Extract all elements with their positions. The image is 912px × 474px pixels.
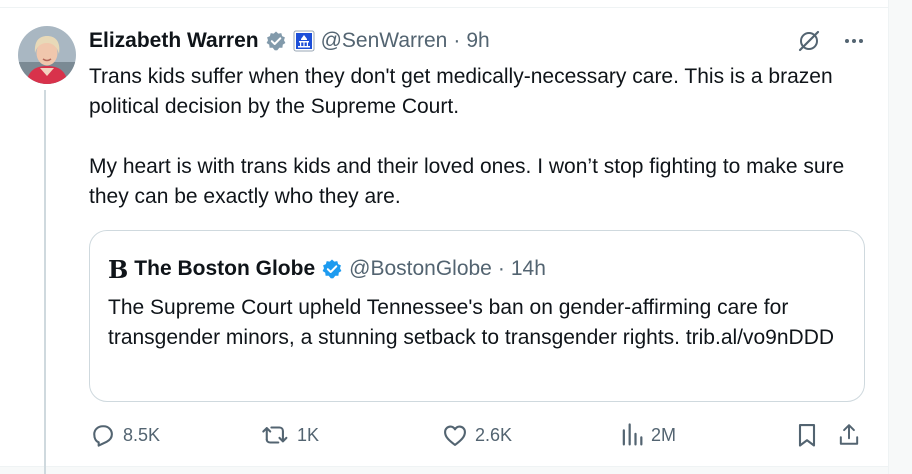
tweet-paragraph: My heart is with trans kids and their lo… [89,155,845,208]
views-button[interactable]: 2M [619,420,676,450]
share-button[interactable] [837,420,861,450]
quoted-author-name[interactable]: The Boston Globe [134,257,315,281]
avatar-portrait-icon [18,26,76,84]
boston-globe-logo: B [108,254,129,284]
quoted-timestamp[interactable]: 14h [511,257,546,281]
analytics-bar-chart-icon [622,423,643,446]
tweet-action-bar: 8.5K 1K 2.6K 2M [89,420,865,450]
header-separator: · [453,29,461,52]
grok-button[interactable] [796,28,822,54]
view-count: 2M [651,424,677,445]
repost-button[interactable]: 1K [261,420,319,450]
reply-button[interactable]: 8.5K [89,420,160,450]
avatar[interactable] [18,26,76,84]
tweet-header: Elizabeth Warren @SenWarren · 9h [89,26,490,56]
top-divider [0,0,888,8]
like-count: 2.6K [475,424,513,445]
reply-count: 8.5K [123,424,161,445]
quoted-author-handle[interactable]: @BostonGlobe [349,257,492,281]
repost-icon [262,426,288,444]
reply-icon [93,425,113,447]
repost-count: 1K [297,424,320,445]
header-actions [796,26,866,56]
us-capitol-icon [293,30,315,52]
quoted-tweet-text: The Supreme Court upheld Tennessee's ban… [108,296,835,349]
like-button[interactable]: 2.6K [441,420,512,450]
thread-connector-line [44,90,46,474]
author-handle[interactable]: @SenWarren [321,29,448,53]
quoted-header-separator: · [497,257,505,280]
quoted-tweet-header: B The Boston Globe @BostonGlobe · 14h [108,254,546,284]
grok-icon [798,30,820,52]
more-horizontal-icon [845,39,863,43]
quoted-tweet-card[interactable]: B The Boston Globe @BostonGlobe · 14h Th… [89,230,865,402]
verified-badge-icon [265,30,287,52]
heart-icon [444,425,466,446]
bookmark-icon [798,424,816,447]
verified-badge-icon [321,258,343,280]
tweet-timestamp[interactable]: 9h [466,29,489,53]
tweet-paragraph: Trans kids suffer when they don't get me… [89,65,833,118]
bookmark-button[interactable] [795,420,819,450]
author-name[interactable]: Elizabeth Warren [89,29,259,53]
tweet-body: Trans kids suffer when they don't get me… [89,62,859,212]
bottom-divider [0,466,888,474]
share-upload-icon [839,424,859,445]
more-options-button[interactable] [842,29,866,53]
right-scroll-gutter [888,0,912,474]
